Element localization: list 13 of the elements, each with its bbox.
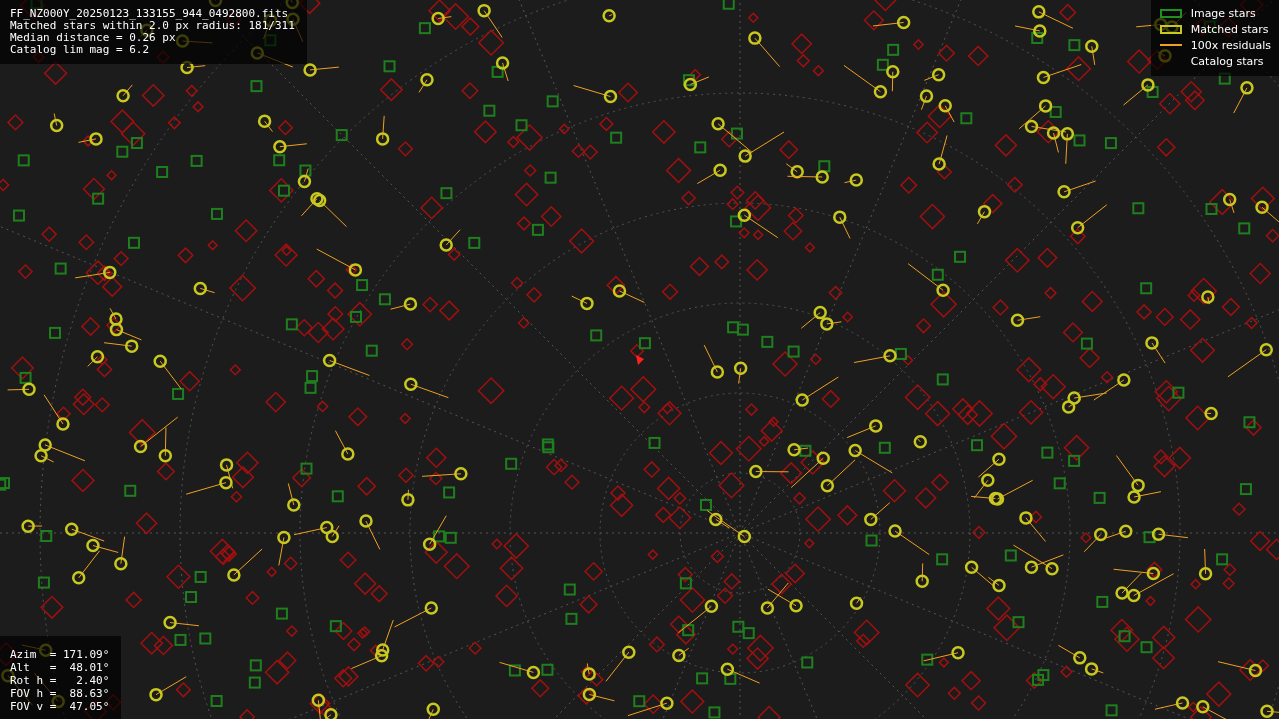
legend-label: Matched stars (1190, 22, 1269, 36)
pointing-line: Alt = 48.01° (10, 661, 110, 674)
pointing-line: FOV h = 88.63° (10, 687, 110, 700)
legend-label: 100x residuals (1190, 38, 1271, 52)
info-line: Median distance = 0.26 px (10, 32, 177, 44)
info-line: Matched stars within 2.0 px radius: 181/311 (10, 20, 295, 32)
legend-label: Image stars (1190, 6, 1256, 20)
pointing-line: Azim = 171.09° (10, 648, 110, 661)
pointing-line: FOV v = 47.05° (10, 700, 110, 713)
info-line: FF_NZ000Y_20250123_133155_944_0492800.fits (10, 8, 290, 20)
info-line: Catalog lim mag = 6.2 (10, 44, 151, 56)
legend-label: Catalog stars (1190, 54, 1264, 68)
pointing-line: Rot h = 2.40° (10, 674, 110, 687)
